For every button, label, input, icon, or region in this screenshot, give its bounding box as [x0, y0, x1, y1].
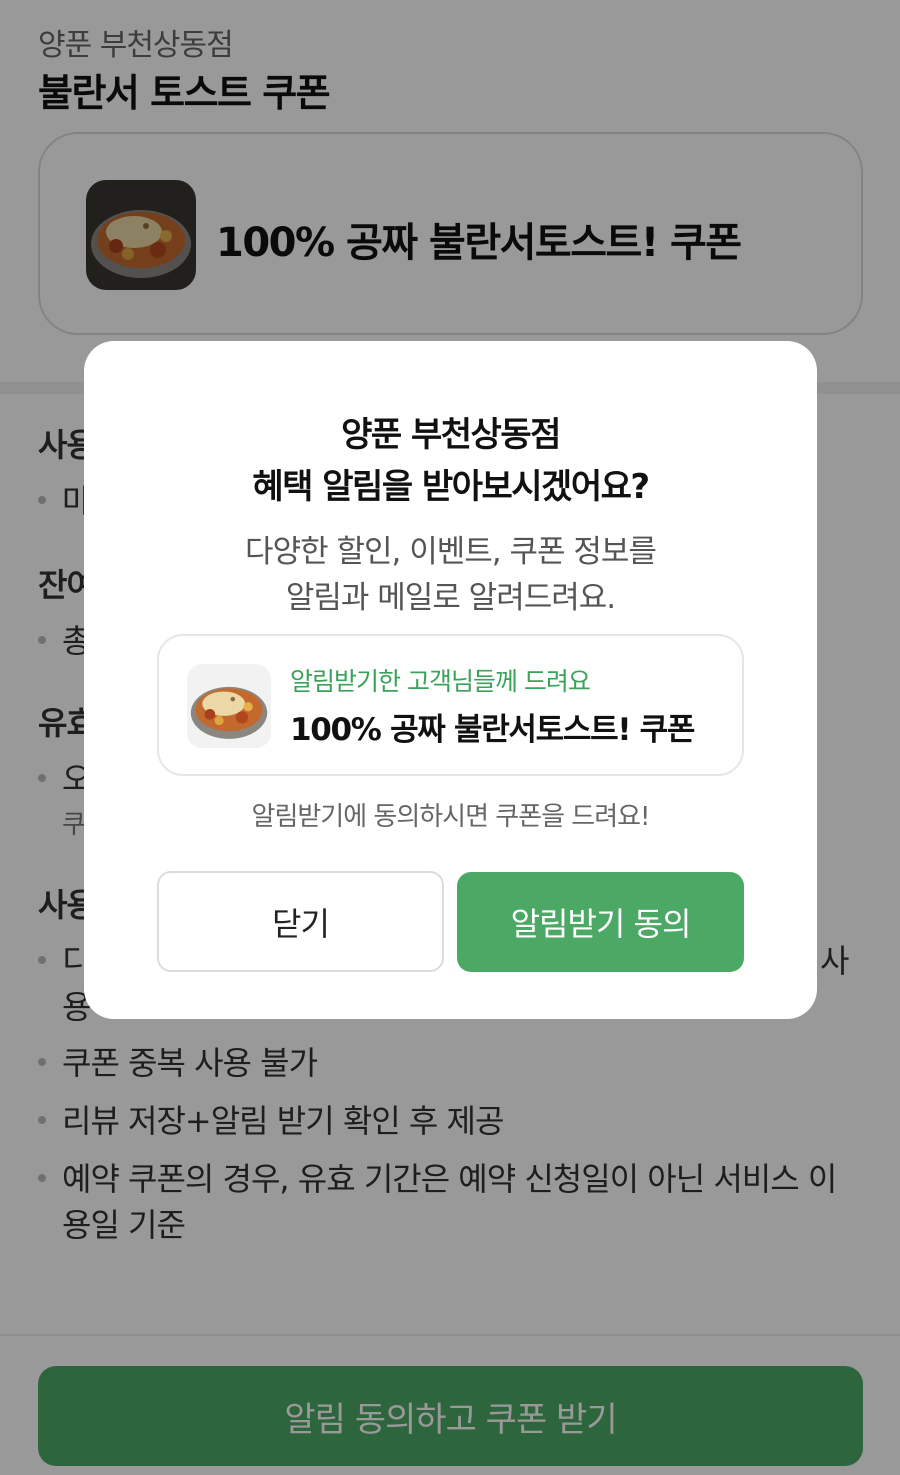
modal-description-line2: 알림과 메일로 알려드려요. [285, 580, 616, 616]
agree-notification-button[interactable]: 알림받기 동의 [457, 872, 744, 972]
modal-title-store: 양푼 부천상동점 [341, 415, 561, 455]
modal-description-line1: 다양한 할인, 이벤트, 쿠폰 정보를 [245, 534, 657, 570]
modal-title-question: 혜택 알림을 받아보시겠어요? [252, 467, 650, 507]
benefit-coupon-card: 알림받기한 고객님들께 드려요 100% 공짜 불란서토스트! 쿠폰 [157, 634, 744, 776]
modal-note: 알림받기에 동의하시면 쿠폰을 드려요! [251, 802, 651, 832]
food-photo-icon [187, 664, 271, 748]
close-button[interactable]: 닫기 [157, 871, 444, 972]
benefit-coupon-title: 100% 공짜 불란서토스트! 쿠폰 [290, 712, 695, 748]
notification-consent-modal: 양푼 부천상동점 혜택 알림을 받아보시겠어요? 다양한 할인, 이벤트, 쿠폰… [84, 341, 817, 1019]
benefit-kicker-text: 알림받기한 고객님들께 드려요 [290, 667, 591, 696]
